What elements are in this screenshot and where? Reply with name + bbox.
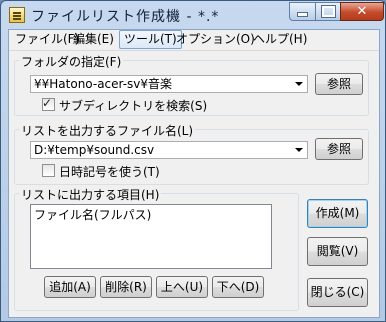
title-bar[interactable]: ファイルリスト作成機 - *.* ✕	[1, 1, 385, 29]
timestamp-checkbox[interactable]	[42, 164, 55, 177]
close-button[interactable]: 閉じる(C)	[307, 278, 368, 307]
maximize-button[interactable]	[315, 2, 341, 21]
output-browse-button[interactable]: 参照	[315, 138, 363, 160]
menu-edit[interactable]: 編集(E)	[69, 31, 118, 48]
menu-bar: ファイル(F) 編集(E) ツール(T) オプション(O) ヘルプ(H)	[9, 30, 379, 51]
folder-browse-button[interactable]: 参照	[315, 73, 363, 95]
folder-combobox[interactable]: ¥¥Hatono-acer-sv¥音楽	[30, 75, 308, 93]
delete-item-button[interactable]: 削除(R)	[100, 276, 152, 298]
folder-value: ¥¥Hatono-acer-sv¥音楽	[34, 77, 173, 91]
check-icon: ✓	[42, 96, 53, 110]
items-group-label: リストに出力する項目(H)	[19, 186, 162, 203]
close-window-button[interactable]: ✕	[340, 2, 384, 21]
window-title: ファイルリスト作成機 - *.*	[31, 9, 220, 25]
dialog-client-area: ファイル(F) 編集(E) ツール(T) オプション(O) ヘルプ(H) フォル…	[8, 29, 380, 318]
app-window: ファイルリスト作成機 - *.* ✕ ファイル(F) 編集(E) ツール(T) …	[0, 0, 386, 322]
items-listbox[interactable]: ファイル名(フルパス)	[30, 204, 272, 269]
chevron-down-icon[interactable]	[291, 76, 307, 92]
output-file-value: D:¥temp¥sound.csv	[34, 143, 155, 157]
add-item-button[interactable]: 追加(A)	[44, 276, 96, 298]
close-icon: ✕	[356, 4, 368, 19]
maximize-icon	[316, 3, 340, 20]
move-up-button[interactable]: 上へ(U)	[156, 276, 208, 298]
list-item[interactable]: ファイル名(フルパス)	[34, 206, 151, 223]
folder-group-label: フォルダの指定(F)	[19, 53, 124, 70]
app-icon[interactable]	[9, 7, 25, 23]
subdir-label: サブディレクトリを検索(S)	[59, 99, 208, 113]
menu-help[interactable]: ヘルプ(H)	[249, 31, 311, 48]
create-button[interactable]: 作成(M)	[307, 199, 368, 228]
timestamp-label: 日時記号を使う(T)	[59, 165, 160, 179]
minimize-button[interactable]	[289, 2, 316, 21]
menu-options[interactable]: オプション(O)	[172, 31, 259, 48]
output-file-combobox[interactable]: D:¥temp¥sound.csv	[30, 141, 308, 159]
minimize-icon	[290, 3, 315, 20]
chevron-down-icon[interactable]	[291, 142, 307, 158]
subdir-checkbox[interactable]: ✓	[42, 96, 55, 111]
output-group-label: リストを出力するファイル名(L)	[19, 122, 196, 139]
view-button[interactable]: 閲覧(V)	[307, 237, 368, 266]
move-down-button[interactable]: 下へ(D)	[212, 276, 264, 298]
